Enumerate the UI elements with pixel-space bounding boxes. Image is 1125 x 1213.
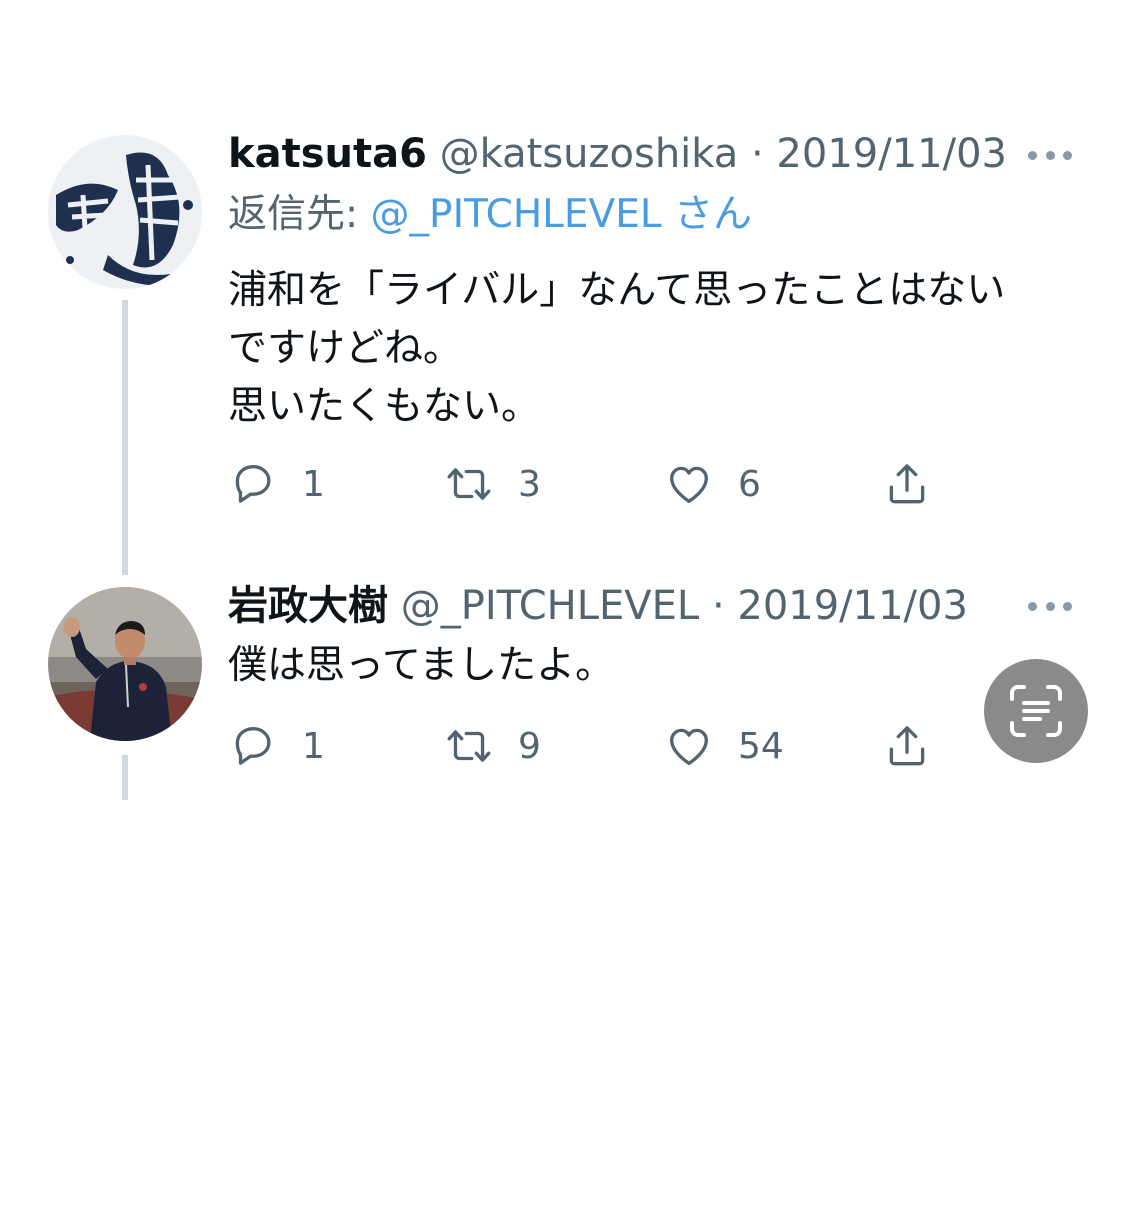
tweet-date[interactable]: 2019/11/03 <box>737 583 968 629</box>
avatar-pitchlevel[interactable] <box>48 587 202 741</box>
heart-icon <box>670 728 708 765</box>
retweet-arrows-icon <box>447 730 491 762</box>
share-button[interactable] <box>882 720 932 772</box>
tweet-pitchlevel[interactable]: 岩政大樹 @_PITCHLEVEL · 2019/11/03 僕は思ってましたよ… <box>0 0 1125 800</box>
retweet-button[interactable]: 9 <box>444 720 541 772</box>
like-button[interactable]: 54 <box>664 720 784 772</box>
more-horizontal-icon[interactable] <box>1028 599 1072 613</box>
tweet-actions: 1 9 54 <box>228 720 948 772</box>
reply-bubble-icon <box>235 727 271 765</box>
display-name[interactable]: 岩政大樹 <box>228 583 388 629</box>
retweet-count: 9 <box>518 725 541 767</box>
coach-photo-avatar-image <box>48 587 202 741</box>
share-upload-icon <box>889 726 925 766</box>
reply-count: 1 <box>302 725 325 767</box>
separator-dot: · <box>711 583 725 629</box>
tweet-text-line: 僕は思ってましたよ。 <box>228 643 615 688</box>
tweet-text: 僕は思ってましたよ。 <box>228 637 1088 695</box>
like-count: 54 <box>738 725 784 767</box>
reply-button[interactable]: 1 <box>228 720 325 772</box>
scan-text-button[interactable] <box>984 659 1088 763</box>
tweet-header: 岩政大樹 @_PITCHLEVEL · 2019/11/03 <box>228 582 968 630</box>
user-handle[interactable]: @_PITCHLEVEL <box>401 583 700 629</box>
scan-text-icon <box>1010 685 1062 737</box>
